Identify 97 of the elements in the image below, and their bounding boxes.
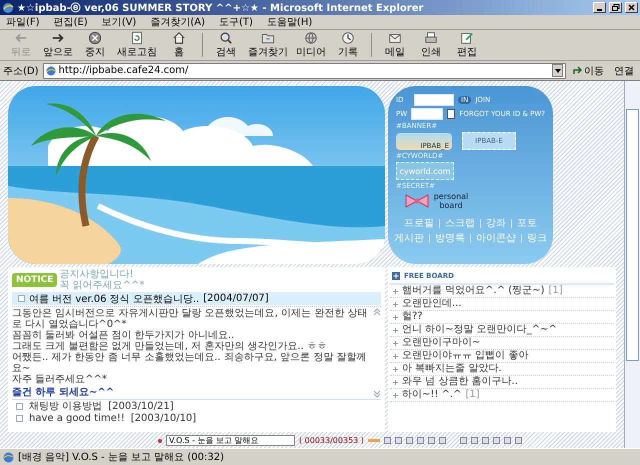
notice-subtitle: 꼭 읽어주세요^^*: [59, 280, 144, 291]
plus-icon: [393, 366, 398, 372]
links-button[interactable]: 연결: [611, 64, 637, 78]
toolbar-button[interactable]: 미디어: [293, 31, 329, 59]
refresh-icon: [130, 31, 144, 45]
pw-field[interactable]: [411, 108, 444, 120]
board-post-link[interactable]: 헐??: [402, 311, 423, 323]
plus-icon: [393, 328, 398, 332]
board-post-link[interactable]: 아 복빠지는줄 알았다.: [402, 363, 502, 375]
toolbar-button[interactable]: 새로고침: [114, 31, 160, 59]
dropdown-button[interactable]: [552, 64, 563, 77]
post-link[interactable]: 채팅방 이용방법: [29, 401, 102, 412]
toolbar-button[interactable]: 홈: [162, 31, 196, 59]
toolbar-button[interactable]: 즐겨찾기: [245, 31, 291, 59]
address-label: 주소(D): [3, 64, 39, 78]
plus-icon[interactable]: [392, 272, 400, 280]
toolbar-button[interactable]: 기록: [331, 31, 365, 59]
closing-text: 즐건 하루 되세요~^^: [12, 387, 116, 398]
plus-icon: [393, 380, 398, 384]
square-bullet-icon: [16, 403, 23, 410]
menu-item[interactable]: 보기(V): [102, 15, 136, 29]
notice-subtitle: 공지사항입니다!: [59, 269, 134, 280]
board-post-link[interactable]: 하이~!! ^.^: [402, 389, 462, 401]
board-post-link[interactable]: 와우 넘 상큼한 홈이구나..: [402, 376, 518, 388]
notice-text: 그래도 크게 불편함은 없게 만들었는데, 저 혼자만의 생각인가요.. ㅎㅎ: [12, 341, 328, 352]
menu-item[interactable]: 편집(E): [54, 15, 88, 29]
page-icon: [46, 66, 56, 76]
notice-text: 어쨌든.. 제가 한동안 좀 너무 소홀했었는데요.. 죄송하구요, 앞으론 정말 잘할께요~: [12, 352, 368, 374]
search-icon: [219, 31, 233, 45]
post-date: [2003/10/21]: [108, 401, 174, 412]
menu-item[interactable]: 즐겨찾기(A): [150, 15, 205, 29]
board-post-link[interactable]: 오랜만이구마이~: [402, 337, 480, 349]
toolbar-button[interactable]: 중지: [78, 31, 112, 59]
notice-text: 자주 들러주세요^^*: [12, 374, 108, 385]
browser-icon: [2, 2, 14, 14]
stop-icon: [88, 31, 102, 45]
post-date: [2003/10/10]: [130, 413, 196, 424]
globe-icon: [304, 31, 318, 45]
minimize-button[interactable]: [593, 2, 606, 13]
edit-icon: [460, 31, 474, 45]
scroll-up-icon[interactable]: [373, 308, 381, 316]
track-field[interactable]: V.O.S - 눈을 보고 말해요: [166, 435, 295, 446]
track-counter: ( 00033/00353 ): [299, 436, 364, 445]
close-icon: [628, 4, 635, 11]
plus-icon: [393, 392, 398, 398]
folder-icon: [261, 31, 275, 45]
toolbar-button[interactable]: 편집: [450, 31, 484, 59]
volume-bar: [368, 439, 380, 442]
board-post-link[interactable]: 언니 하이~정말 오랜만이다_^~^: [402, 324, 557, 336]
headline-link[interactable]: 여름 버전 ver.06 정식 오픈했습니당..: [29, 292, 200, 306]
caret-icon: [554, 68, 560, 72]
square-bullet-icon: [18, 295, 25, 302]
plus-icon: [393, 302, 398, 306]
printer-icon: [424, 31, 438, 45]
restore-icon: [612, 4, 620, 11]
checkbox[interactable]: [447, 109, 456, 119]
home-icon: [172, 31, 186, 45]
toolbar-button[interactable]: 검색: [209, 31, 243, 59]
notice-badge: NOTICE: [12, 273, 58, 287]
board-post-link[interactable]: 오랜만인데...: [402, 298, 462, 310]
clock-icon: [341, 31, 355, 45]
personal-board-link[interactable]: personal board: [432, 192, 470, 210]
address-field[interactable]: http://ipbabe.cafe24.com/: [42, 62, 566, 78]
toolbar-button[interactable]: 앞으로: [40, 31, 76, 59]
page-icon: [3, 452, 14, 462]
notice-text: 그동안은 임시버전으로 자유게시판만 달랑 오픈했었는데요, 이제는 완전한 상태로 다시 열었습니다^0^*: [12, 308, 368, 330]
status-text: [배경 음악] V.O.S - 눈을 보고 말해요 (00:32): [18, 451, 224, 464]
arrow-right-icon: [573, 66, 582, 75]
toolbar-button[interactable]: 메일: [378, 31, 412, 59]
plus-icon: [393, 354, 398, 358]
plus-icon: [393, 340, 398, 346]
go-button[interactable]: 이동: [570, 64, 607, 78]
bullet-icon: [158, 438, 162, 442]
arrow-right-icon: [51, 31, 65, 45]
board-post-link[interactable]: 오랜만이야ㅠㅠ 입뻡이 좋아: [402, 350, 528, 362]
comment-count: [1]: [548, 285, 563, 297]
ribbon-bow-icon: [404, 193, 430, 209]
restore-button[interactable]: [609, 2, 622, 13]
square-bullet-icon: [16, 415, 23, 422]
headline-date: [2004/07/07]: [203, 293, 269, 304]
arrow-left-icon: [14, 31, 28, 45]
plus-icon: [393, 314, 398, 320]
envelope-icon: [388, 31, 402, 45]
menu-item[interactable]: 도움말(H): [266, 15, 312, 29]
plus-icon: [393, 288, 398, 294]
close-button[interactable]: [625, 2, 638, 13]
comment-count: [1]: [466, 389, 480, 401]
id-field[interactable]: [414, 94, 454, 106]
toolbar-button[interactable]: 인쇄: [414, 31, 448, 59]
scroll-thumb[interactable]: [626, 108, 639, 360]
notice-text: 꼼꼼히 둘러봐 어설픈 점이 한두가지가 아니네요..: [12, 330, 236, 341]
menu-item[interactable]: 파일(F): [6, 15, 40, 29]
post-link[interactable]: have a good time!!: [29, 413, 125, 424]
menu-item[interactable]: 도구(T): [219, 15, 253, 29]
scroll-down-icon[interactable]: [373, 390, 381, 398]
window-title: ★☆ipbab-ⓔ ver,06 SUMMER STORY ^^+☆★ - Microsoft Internet Explorer: [17, 2, 424, 14]
board-post-link[interactable]: 햄버거를 먹었어요^.^ (찡군~): [402, 285, 544, 297]
